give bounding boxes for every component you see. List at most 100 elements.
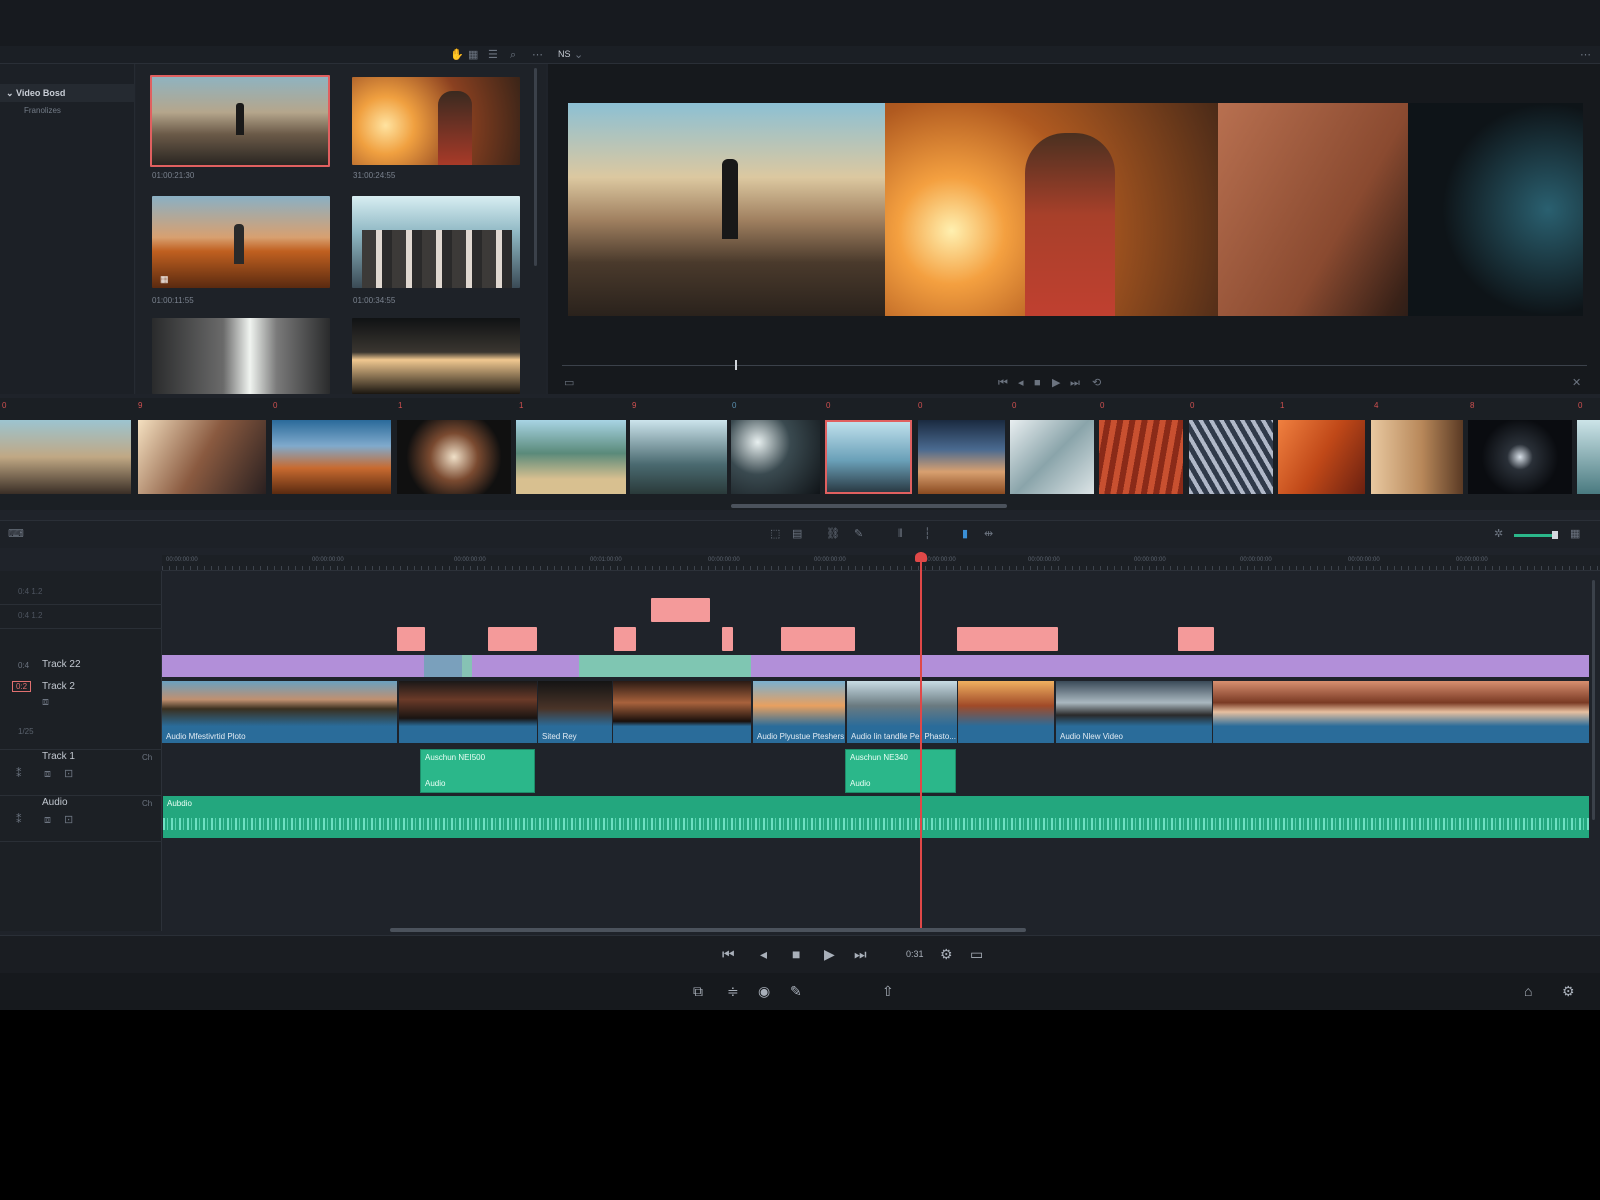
video-clip[interactable]: Sited Rey bbox=[538, 681, 612, 743]
media-thumb[interactable]: ▦ bbox=[152, 196, 330, 288]
audio-clip[interactable]: Auschun NE340 Audio bbox=[845, 749, 956, 793]
playhead-handle[interactable] bbox=[915, 552, 927, 562]
step-back-icon[interactable]: ◂ bbox=[760, 946, 767, 963]
track-lock-icon[interactable]: ⁑ bbox=[16, 811, 22, 829]
timeline-ruler[interactable]: 00:00:00:00 00:00:00:00 00:00:00:00 00:0… bbox=[162, 555, 1600, 571]
video-clip[interactable] bbox=[1213, 681, 1589, 743]
video-clip[interactable] bbox=[613, 681, 751, 743]
title-clip[interactable] bbox=[651, 598, 710, 622]
home-icon[interactable]: ⌂ bbox=[1524, 983, 1532, 999]
skip-forward-icon[interactable]: ⏭ bbox=[1070, 374, 1080, 392]
play-icon[interactable]: ▶ bbox=[1052, 374, 1060, 392]
track-lock-icon[interactable]: ⁑ bbox=[16, 765, 22, 783]
play-icon[interactable]: ▶ bbox=[824, 946, 835, 963]
filmstrip-thumb[interactable] bbox=[1189, 420, 1273, 494]
media-thumb[interactable] bbox=[352, 77, 520, 165]
filmstrip-thumb[interactable] bbox=[397, 420, 511, 494]
video-clip[interactable] bbox=[399, 681, 537, 743]
grid-icon[interactable]: ▦ bbox=[468, 46, 478, 64]
edit-page-icon[interactable]: ≑ bbox=[727, 983, 739, 1000]
video-clip[interactable]: Audio lin tandlle Per Phasto... bbox=[847, 681, 957, 743]
fullscreen-icon[interactable]: ▭ bbox=[970, 946, 983, 963]
media-thumb[interactable] bbox=[150, 75, 330, 167]
title-clip[interactable] bbox=[397, 627, 425, 651]
video-clip[interactable]: Audio Nlew Video bbox=[1056, 681, 1212, 743]
filmstrip-scrollbar[interactable] bbox=[731, 504, 1007, 508]
video-clip[interactable] bbox=[958, 681, 1054, 743]
deliver-page-icon[interactable]: ⇧ bbox=[882, 983, 894, 1000]
loop-icon[interactable]: ⟲ bbox=[1092, 374, 1101, 392]
more-icon[interactable]: ⋯ bbox=[1580, 46, 1591, 64]
skip-back-icon[interactable]: ⏮ bbox=[998, 374, 1008, 392]
filmstrip-thumb[interactable] bbox=[630, 420, 727, 494]
razor-icon[interactable]: ✎ bbox=[854, 525, 863, 543]
media-page-icon[interactable]: ⧉ bbox=[693, 983, 703, 1000]
scrollbar[interactable] bbox=[534, 68, 537, 266]
title-clip[interactable] bbox=[781, 627, 855, 651]
filmstrip-thumb[interactable] bbox=[731, 420, 820, 494]
chevron-down-icon[interactable]: ⌄ bbox=[574, 46, 583, 64]
timeline-vscrollbar[interactable] bbox=[1592, 580, 1595, 820]
color-page-icon[interactable]: ✎ bbox=[790, 983, 802, 1000]
bin-folder-video[interactable]: ⌄ Video Bosd bbox=[0, 84, 135, 102]
effects-track-clip[interactable] bbox=[424, 655, 462, 677]
monitor-icon[interactable]: ⧈ bbox=[44, 765, 51, 783]
audio-level-icon[interactable]: ✲ bbox=[1494, 525, 1503, 543]
trim-icon[interactable]: ▤ bbox=[792, 525, 802, 543]
filmstrip-thumb[interactable] bbox=[1577, 420, 1600, 494]
select-icon[interactable]: ⬚ bbox=[770, 525, 780, 543]
list-icon[interactable]: ☰ bbox=[488, 46, 498, 64]
filmstrip-thumb[interactable] bbox=[1468, 420, 1572, 494]
filmstrip-thumb[interactable] bbox=[1371, 420, 1463, 494]
skip-back-icon[interactable]: ⏮ bbox=[722, 946, 735, 963]
monitor-icon[interactable]: ⧈ bbox=[42, 695, 49, 709]
grid-icon[interactable]: ▦ bbox=[1570, 525, 1580, 543]
media-thumb[interactable] bbox=[352, 318, 520, 394]
zoom-icon[interactable]: ⇹ bbox=[984, 525, 993, 543]
filmstrip-thumb[interactable] bbox=[1278, 420, 1365, 494]
settings-icon[interactable]: ⚙ bbox=[940, 946, 953, 963]
audio-track-clip[interactable]: Aubdio bbox=[163, 796, 1589, 838]
step-back-icon[interactable]: ◂ bbox=[1018, 374, 1024, 392]
more-icon[interactable]: ⋯ bbox=[532, 46, 543, 64]
effects-track-clip[interactable] bbox=[579, 655, 751, 677]
effects-track-clip[interactable] bbox=[162, 655, 1589, 677]
title-clip[interactable] bbox=[957, 627, 1058, 651]
title-clip[interactable] bbox=[614, 627, 636, 651]
title-clip[interactable] bbox=[722, 627, 733, 651]
audio-clip[interactable]: Auschun NEI500 Audio bbox=[420, 749, 535, 793]
filmstrip-thumb[interactable] bbox=[0, 420, 131, 494]
viewer-header-label[interactable]: NS bbox=[558, 49, 571, 59]
filmstrip-thumb-selected[interactable] bbox=[825, 420, 912, 494]
monitor-icon[interactable]: ⧈ bbox=[44, 811, 51, 829]
track-name[interactable]: Audio bbox=[42, 797, 68, 808]
marker-icon[interactable]: ┆ bbox=[924, 525, 931, 543]
stop-icon[interactable]: ■ bbox=[792, 946, 800, 962]
zoom-slider-handle[interactable] bbox=[1552, 531, 1558, 539]
link-icon[interactable]: ⛓ bbox=[826, 525, 840, 543]
track-code-active[interactable]: 0:2 bbox=[12, 681, 32, 692]
skip-forward-icon[interactable]: ⏭ bbox=[854, 946, 867, 963]
effects-track-clip[interactable] bbox=[462, 655, 472, 677]
video-clip[interactable]: Audio Mfestivrtid Ploto bbox=[162, 681, 397, 743]
keyboard-icon[interactable]: ⌨ bbox=[8, 525, 24, 543]
bin-subfolder[interactable]: Franolizes bbox=[24, 106, 61, 115]
display-icon[interactable]: ▭ bbox=[564, 374, 574, 392]
track-header-row[interactable]: 0:4 1.2 bbox=[0, 605, 162, 629]
track-header-row[interactable]: 0:4 1.2 bbox=[0, 581, 162, 605]
flag-icon[interactable]: ▮ bbox=[962, 525, 968, 543]
snap-icon[interactable]: ⫴ bbox=[898, 525, 903, 543]
hand-icon[interactable]: ✋ bbox=[450, 46, 464, 64]
filmstrip-thumb[interactable] bbox=[1010, 420, 1094, 494]
viewer-scrubber[interactable] bbox=[562, 365, 1587, 366]
track-name[interactable]: Track 2 bbox=[42, 681, 75, 692]
filmstrip-thumb[interactable] bbox=[1099, 420, 1183, 494]
title-clip[interactable] bbox=[488, 627, 537, 651]
media-thumb[interactable] bbox=[352, 196, 520, 288]
stop-icon[interactable]: ■ bbox=[1034, 374, 1041, 392]
search-icon[interactable]: ⌕ bbox=[510, 46, 516, 64]
timeline-scrollbar[interactable] bbox=[390, 928, 1026, 932]
filmstrip-thumb[interactable] bbox=[918, 420, 1005, 494]
track-name[interactable]: Track 22 bbox=[42, 659, 81, 670]
media-thumb[interactable] bbox=[152, 318, 330, 394]
